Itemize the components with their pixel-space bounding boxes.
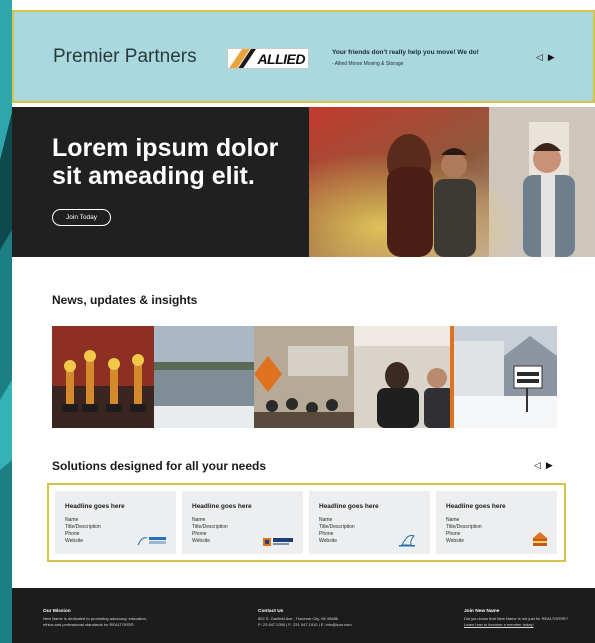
solution-card[interactable]: Headline goes here Name Title/Descriptio… [436,491,557,554]
card-website[interactable]: Website [446,538,464,544]
footer-join-title: Join New Name [464,609,500,614]
house-logo-icon [532,532,548,546]
card-name: Name [319,517,333,523]
join-today-button[interactable]: Join Today [52,209,111,226]
card-phone: Phone [192,531,207,537]
card-headline: Headline goes here [446,503,506,510]
partner-attribution: - Allied Morse Moving & Storage [332,61,404,67]
footer-contact: Contact Us 852 S. Garfield Ave., Travers… [258,609,352,627]
footer-mission-text: ethics and professional standards for RE… [43,621,135,627]
site-footer: Our Mission New Name is dedicated to pro… [12,588,595,643]
card-headline: Headline goes here [319,503,379,510]
premier-partners-banner: Premier Partners ALLIED Your friends don… [12,10,595,103]
news-image-strip [52,326,557,428]
hero-text-panel: Lorem ipsum dolor sit ameading elit. Joi… [12,107,309,257]
prev-arrow-icon[interactable]: ◁ [534,461,541,470]
footer-contact-title: Contact Us [258,609,284,614]
card-description: Title/Description [65,524,101,530]
allied-logo[interactable]: ALLIED [227,48,309,69]
partner-quote: Your friends don't really help you move!… [332,49,479,56]
partners-carousel-controls: ◁ ▶ [536,53,555,62]
sail-logo-icon [399,534,415,547]
hero-photo [309,107,595,257]
solutions-heading: Solutions designed for all your needs [52,459,267,473]
card-headline: Headline goes here [65,503,125,510]
next-arrow-icon[interactable]: ▶ [548,53,555,62]
footer-join-link[interactable]: Learn how to become a member today! [464,622,568,628]
card-description: Title/Description [192,524,228,530]
solution-card[interactable]: Headline goes here Name Title/Descriptio… [55,491,176,554]
card-website[interactable]: Website [319,538,337,544]
card-headline: Headline goes here [192,503,252,510]
footer-mission: Our Mission New Name is dedicated to pro… [43,609,147,627]
card-phone: Phone [319,531,334,537]
news-collage-image[interactable] [52,326,557,428]
card-website[interactable]: Website [192,538,210,544]
solution-card[interactable]: Headline goes here Name Title/Descriptio… [309,491,430,554]
hero-title: Lorem ipsum dolor sit ameading elit. [52,134,279,190]
prev-arrow-icon[interactable]: ◁ [536,53,543,62]
footer-join: Join New Name Did you know that New Name… [464,609,568,627]
allied-logo-text: ALLIED [257,51,305,67]
realtor-logo-icon [137,537,166,546]
solutions-card-container: Headline goes here Name Title/Descriptio… [47,483,566,562]
card-description: Title/Description [446,524,482,530]
footer-phone-fax-email[interactable]: P: 23.947.2050 | F: 231.947.1910 | E: in… [258,622,352,628]
hero-section: Lorem ipsum dolor sit ameading elit. Joi… [12,107,595,257]
hero-people-image [309,107,595,257]
card-description: Title/Description [319,524,355,530]
footer-mission-text: New Name is dedicated to promoting advoc… [43,616,147,621]
footer-mission-title: Our Mission [43,609,71,614]
page-content: Premier Partners ALLIED Your friends don… [12,0,595,643]
footer-address: 852 S. Garfield Ave., Traverse City, MI … [258,616,338,621]
solution-card[interactable]: Headline goes here Name Title/Descriptio… [182,491,303,554]
card-name: Name [65,517,79,523]
card-phone: Phone [446,531,461,537]
card-name: Name [446,517,460,523]
news-heading: News, updates & insights [52,293,198,307]
card-name: Name [192,517,206,523]
partners-title: Premier Partners [53,46,197,67]
footer-join-text: Did you know that New Name is not just f… [464,616,568,621]
card-phone: Phone [65,531,80,537]
honor-logo-icon [263,538,293,546]
card-website[interactable]: Website [65,538,83,544]
solutions-carousel-controls: ◁ ▶ [534,461,553,470]
next-arrow-icon[interactable]: ▶ [546,461,553,470]
